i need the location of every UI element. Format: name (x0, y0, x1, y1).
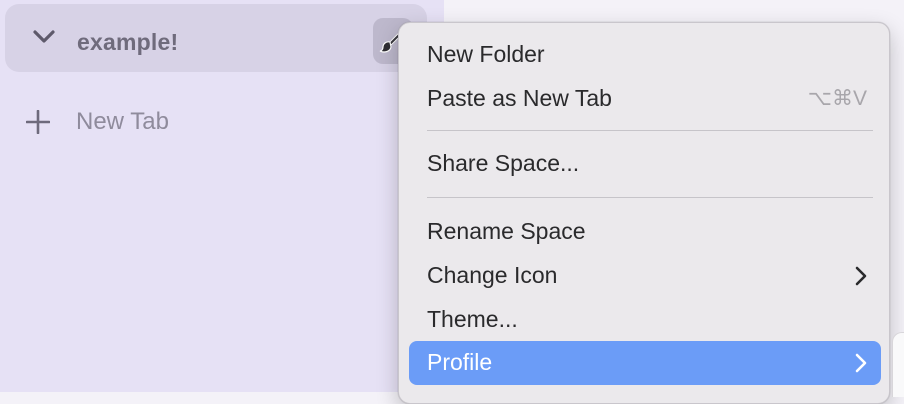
space-header-example[interactable]: example! (5, 4, 427, 72)
space-name: example! (77, 29, 179, 55)
menu-item-paste-as-new-tab[interactable]: Paste as New Tab ⌥⌘V (409, 77, 881, 121)
menu-separator (427, 197, 873, 198)
menu-item-label: Rename Space (427, 218, 586, 244)
menu-item-theme[interactable]: Theme... (409, 298, 881, 342)
menu-item-change-icon[interactable]: Change Icon (409, 254, 881, 298)
plus-icon (26, 110, 50, 134)
menu-item-share-space[interactable]: Share Space... (409, 142, 881, 186)
menu-item-label: New Folder (427, 41, 545, 67)
new-tab-button[interactable]: New Tab (26, 100, 226, 140)
menu-item-rename-space[interactable]: Rename Space (409, 210, 881, 254)
menu-item-new-folder[interactable]: New Folder (409, 33, 881, 77)
new-tab-label: New Tab (76, 108, 169, 135)
menu-item-label: Theme... (427, 306, 518, 332)
context-menu: New Folder Paste as New Tab ⌥⌘V Share Sp… (398, 22, 890, 404)
menu-item-profile[interactable]: Profile (409, 341, 881, 385)
menu-separator (427, 130, 873, 131)
menu-item-label: Share Space... (427, 150, 580, 176)
chevron-down-icon[interactable] (33, 30, 55, 44)
chevron-right-icon (855, 353, 867, 373)
menu-item-label: Change Icon (427, 262, 558, 288)
chevron-right-icon (855, 266, 867, 286)
menu-item-label: Paste as New Tab (427, 85, 612, 111)
submenu-edge (892, 332, 904, 397)
menu-item-label: Profile (427, 349, 493, 375)
keyboard-shortcut: ⌥⌘V (807, 87, 867, 110)
sidebar: example! New Tab (0, 0, 444, 392)
